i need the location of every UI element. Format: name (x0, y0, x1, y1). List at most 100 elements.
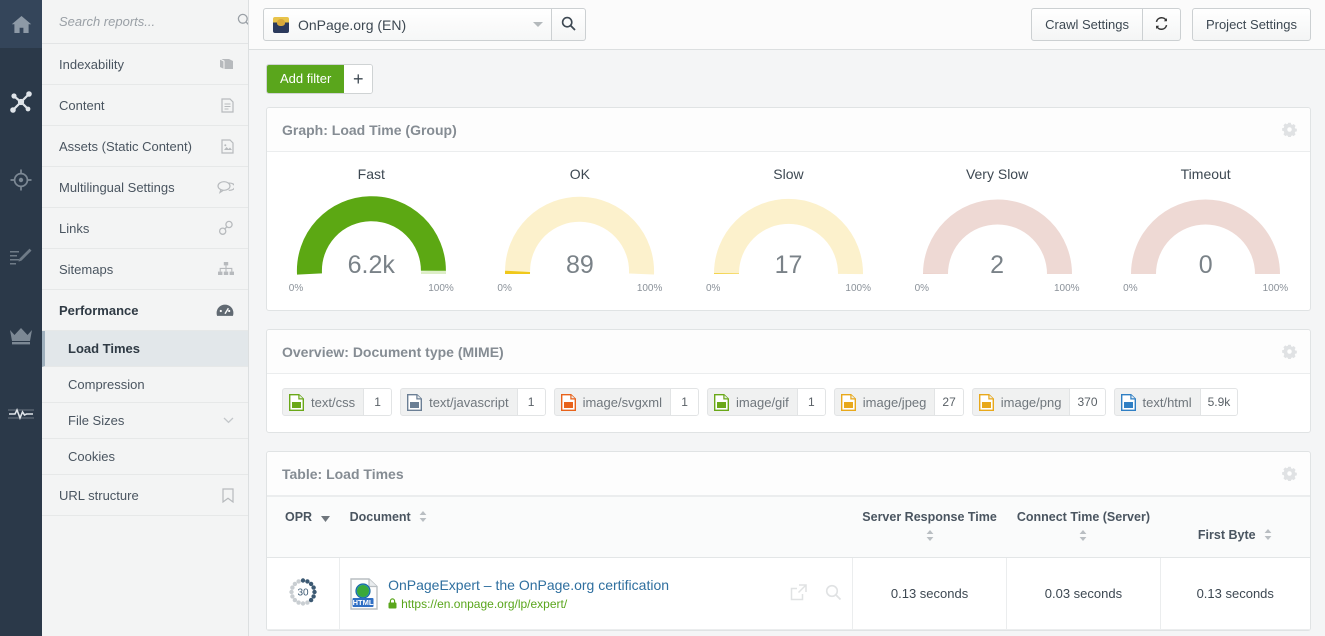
sidebar-item-file-sizes[interactable]: File Sizes (42, 403, 248, 439)
gauge-scale: 0% 100% (497, 283, 662, 294)
gauge-value: 2 (990, 251, 1005, 279)
column-header-server-response-time[interactable]: Server Response Time (852, 496, 1007, 558)
column-header-first-byte[interactable]: First Byte (1160, 496, 1310, 558)
table-row[interactable]: 30 HTML OnPageExpert – the OnPage.org ce… (267, 557, 1310, 630)
sidebar-item-label: Links (59, 220, 90, 236)
sidebar-item-links[interactable]: Links (42, 208, 248, 249)
gear-icon[interactable] (1282, 466, 1297, 481)
search-icon[interactable] (237, 13, 248, 30)
gauge-scale-min: 0% (705, 283, 721, 294)
rail-item-rankings[interactable] (0, 156, 42, 204)
sort-desc-icon (320, 511, 330, 525)
sidebar-item-content[interactable]: Content (42, 85, 248, 126)
panel-title: Graph: Load Time (Group) (282, 121, 457, 138)
refresh-button[interactable] (1142, 8, 1181, 41)
search-input[interactable] (59, 14, 237, 29)
add-filter-group: Add filter + (266, 63, 374, 94)
pulse-icon (8, 408, 34, 421)
sidebar-item-url-structure[interactable]: URL structure (42, 475, 248, 516)
table-header-row: OPR Document Server Response Time Connec… (267, 496, 1310, 558)
rail-item-monitoring[interactable] (0, 390, 42, 438)
sidebar-item-label: Performance (59, 302, 139, 318)
column-header-actions (746, 496, 853, 558)
gauge-scale-min: 0% (497, 283, 512, 294)
gauge-scale-max: 100% (845, 283, 871, 294)
document-title-link[interactable]: OnPageExpert – the OnPage.org certificat… (388, 577, 776, 593)
column-header-connect-time-server[interactable]: Connect Time (Server) (1006, 496, 1160, 558)
gauge-label: Timeout (1180, 166, 1231, 182)
opr-gauge-icon: 30 (287, 578, 319, 611)
column-label: First Byte (1197, 528, 1256, 543)
gauge-value: 0 (1198, 251, 1213, 279)
column-header-document[interactable]: Document (339, 496, 747, 558)
first-byte-cell: 0.13 seconds (1160, 557, 1310, 630)
column-header-opr[interactable]: OPR (267, 496, 340, 558)
external-link-icon[interactable] (790, 583, 807, 604)
project-name: OnPage.org (EN) (298, 16, 407, 33)
rail-item-home[interactable] (0, 0, 42, 48)
sidebar-item-performance[interactable]: Performance (42, 290, 248, 331)
table-body: 30 HTML OnPageExpert – the OnPage.org ce… (267, 557, 1310, 630)
table-panel: Table: Load Times OPR Document Server Re… (266, 451, 1311, 631)
sidebar-search[interactable] (42, 0, 248, 44)
project-search-button[interactable] (552, 8, 586, 41)
mime-badge[interactable]: image/png 370 (971, 388, 1106, 416)
sidebar-item-label: Multilingual Settings (59, 179, 175, 195)
mime-badge[interactable]: image/svgxml 1 (553, 388, 700, 416)
graph-panel-header: Graph: Load Time (Group) (267, 108, 1310, 152)
gauge-timeout: Timeout 0 0% 100% (1101, 166, 1310, 294)
mime-badge[interactable]: text/css 1 (282, 388, 393, 416)
sidebar-item-label: Content (59, 97, 105, 113)
sidebar-item-label: Sitemaps (59, 261, 114, 277)
sidebar-item-label: Compression (68, 377, 145, 392)
gauge-value: 89 (565, 251, 594, 279)
mime-badge[interactable]: image/gif 1 (707, 388, 826, 416)
rail-item-projects[interactable] (0, 78, 42, 126)
gauge-scale-max: 100% (428, 283, 454, 294)
project-selector[interactable]: OnPage.org (EN) (263, 8, 552, 41)
file-type-icon (407, 393, 423, 411)
mime-panel-header: Overview: Document type (MIME) (267, 330, 1310, 374)
sidebar-item-assets[interactable]: Assets (Static Content) (42, 126, 248, 167)
sidebar-item-compression[interactable]: Compression (42, 367, 248, 403)
connect-time-server-cell: 0.03 seconds (1006, 557, 1161, 630)
sidebar-item-multilingual[interactable]: Multilingual Settings (42, 167, 248, 208)
gauge-scale: 0% 100% (289, 283, 454, 294)
sort-icon (862, 530, 997, 544)
document-icon (221, 97, 234, 113)
content-area: Graph: Load Time (Group) Fast 6.2k 0% 10… (249, 107, 1325, 636)
project-settings-button[interactable]: Project Settings (1191, 8, 1311, 41)
chevron-down-icon (223, 417, 234, 424)
document-actions (776, 583, 842, 604)
gear-icon[interactable] (1282, 344, 1297, 359)
crawl-settings-button[interactable]: Crawl Settings (1031, 8, 1143, 41)
svg-text:30: 30 (297, 588, 309, 599)
sidebar-item-sitemaps[interactable]: Sitemaps (42, 249, 248, 290)
mime-type-label: text/css (311, 394, 356, 410)
chevron-down-icon[interactable] (533, 22, 543, 27)
add-filter-plus-button[interactable]: + (344, 64, 373, 93)
rail-item-content[interactable] (0, 234, 42, 282)
rail-item-premium[interactable] (0, 312, 42, 360)
gauge-arc: 2 (915, 190, 1080, 282)
sidebar-item-indexability[interactable]: Indexability (42, 44, 248, 85)
gear-icon[interactable] (1282, 122, 1297, 137)
gauge-slow: Slow 17 0% 100% (684, 166, 893, 294)
sidebar-item-label: Cookies (68, 449, 115, 464)
add-filter-button[interactable]: Add filter (267, 64, 345, 93)
column-label: Document (349, 510, 411, 524)
gauge-ok: OK 89 0% 100% (476, 166, 685, 294)
sort-icon (1264, 528, 1272, 543)
sidebar-item-load-times[interactable]: Load Times (42, 331, 248, 367)
crawl-settings-group: Crawl Settings (1031, 8, 1181, 41)
main-column: OnPage.org (EN) Crawl Settings Project S… (249, 0, 1325, 636)
sidebar-item-label: Load Times (68, 341, 141, 356)
filter-bar: Add filter + (249, 50, 1325, 107)
sidebar-item-cookies[interactable]: Cookies (42, 439, 248, 475)
mime-badge[interactable]: image/jpeg 27 (833, 388, 964, 416)
gauge-scale-min: 0% (914, 283, 930, 294)
magnifier-icon[interactable] (825, 584, 842, 604)
file-type-icon (714, 393, 730, 411)
mime-badge[interactable]: text/html 5.9k (1113, 388, 1239, 416)
mime-badge[interactable]: text/javascript 1 (400, 388, 546, 416)
